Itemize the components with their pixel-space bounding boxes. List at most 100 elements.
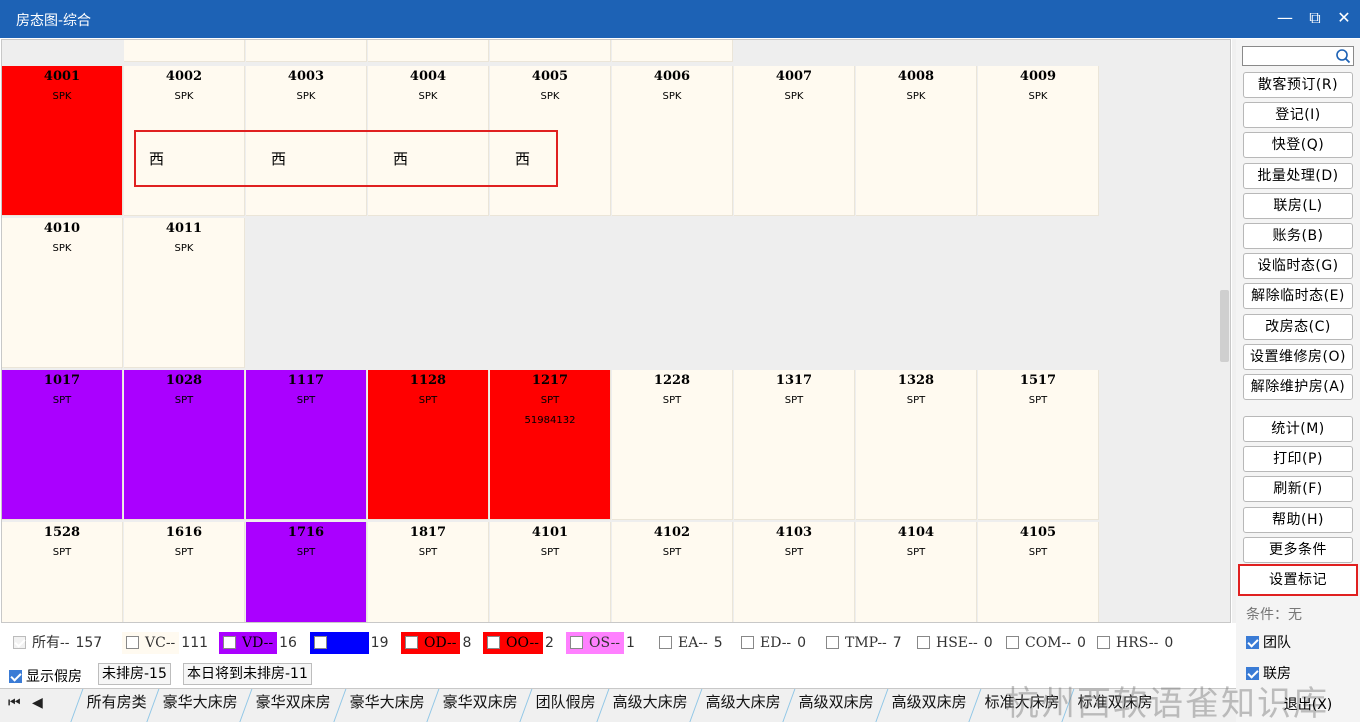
room-cell[interactable]: 4104 SPT (856, 522, 977, 622)
restore-button[interactable]: ⧉ (1302, 6, 1328, 30)
room-type-tab[interactable]: 团队假房 (519, 689, 609, 722)
legend-item[interactable]: OD-- 8 (401, 632, 471, 654)
legend-swatch[interactable]: OC-- (310, 632, 369, 654)
sidebar-button[interactable]: 批量处理(D) (1243, 162, 1353, 189)
room-type-tab[interactable]: 豪华双床房 (239, 689, 344, 722)
room-cell[interactable] (124, 40, 245, 62)
checkbox-icon[interactable] (917, 636, 930, 649)
board-scrollbar-thumb[interactable] (1220, 290, 1229, 362)
room-cell[interactable]: 1817 SPT (368, 522, 489, 622)
legend-item[interactable]: TMP-- 7 (822, 632, 902, 654)
checkbox-icon[interactable] (9, 670, 22, 683)
room-cell[interactable]: 4007 SPK (734, 66, 855, 216)
legend-item[interactable]: OO-- 2 (483, 632, 554, 654)
checkbox-icon[interactable] (1006, 636, 1019, 649)
checkbox-icon[interactable] (1097, 636, 1110, 649)
legend-swatch[interactable]: COM-- (1002, 632, 1075, 654)
legend-swatch[interactable]: TMP-- (822, 632, 891, 654)
room-cell[interactable]: 1117 SPT (246, 370, 367, 520)
legend-swatch[interactable]: OD-- (401, 632, 461, 654)
sidebar-button[interactable]: 统计(M) (1243, 416, 1353, 442)
sidebar-button[interactable]: 解除维护房(A) (1243, 374, 1353, 400)
search-input[interactable] (1242, 46, 1354, 66)
legend-item[interactable]: EA-- 5 (655, 632, 723, 654)
first-page-icon[interactable]: ⏮ (8, 695, 21, 711)
close-button[interactable]: ✕ (1331, 6, 1357, 30)
room-type-tab[interactable]: 高级双床房 (782, 689, 887, 722)
sidebar-button[interactable]: 登记(I) (1243, 102, 1353, 129)
room-cell[interactable]: 1317 SPT (734, 370, 855, 520)
room-cell[interactable]: 4001 SPK (2, 66, 123, 216)
sidebar-button[interactable]: 改房态(C) (1243, 313, 1353, 340)
sidebar-button[interactable]: 设置维修房(O) (1243, 343, 1353, 370)
sidebar-button[interactable]: 解除临时态(E) (1243, 283, 1353, 310)
checkbox-icon[interactable] (223, 636, 236, 649)
legend-item[interactable]: 所有-- 157 (9, 632, 102, 654)
exit-button[interactable]: 退出(X) (1263, 691, 1353, 719)
room-cell[interactable]: 4010 SPK (2, 218, 123, 368)
sidebar-button[interactable]: 打印(P) (1243, 446, 1353, 473)
legend-swatch[interactable]: 所有-- (9, 632, 73, 654)
legend-swatch[interactable]: VC-- (122, 632, 180, 654)
sidebar-button[interactable]: 账务(B) (1243, 223, 1353, 249)
checkbox-icon[interactable] (570, 636, 583, 649)
checkbox-icon[interactable] (487, 636, 500, 649)
sidebar-button[interactable]: 刷新(F) (1243, 476, 1353, 503)
sidebar-button[interactable]: 散客预订(R) (1243, 72, 1353, 98)
room-cell[interactable]: 4105 SPT (978, 522, 1099, 622)
room-cell[interactable]: 4008 SPK (856, 66, 977, 216)
legend-swatch[interactable]: VD-- (219, 632, 278, 654)
room-cell[interactable]: 1328 SPT (856, 370, 977, 520)
room-type-tab[interactable]: 豪华双床房 (426, 689, 531, 722)
checkbox-icon[interactable] (405, 636, 418, 649)
prev-page-icon[interactable]: ◀ (32, 695, 43, 711)
room-type-tab[interactable]: 豪华大床房 (333, 689, 438, 722)
room-cell[interactable] (490, 40, 611, 62)
legend-item[interactable]: ED-- 0 (737, 632, 806, 654)
sidebar-button[interactable]: 设临时态(G) (1243, 253, 1353, 280)
room-cell[interactable]: 1128 SPT (368, 370, 489, 520)
room-type-tab[interactable]: 高级大床房 (596, 689, 701, 722)
set-mark-button[interactable]: 设置标记 (1238, 564, 1358, 596)
room-cell[interactable]: 4009 SPK (978, 66, 1099, 216)
room-cell[interactable]: 1228 SPT (612, 370, 733, 520)
sidebar-button[interactable]: 更多条件 (1243, 536, 1353, 563)
minimize-button[interactable]: — (1272, 6, 1298, 30)
checkbox-icon[interactable] (659, 636, 672, 649)
room-cell[interactable]: 1028 SPT (124, 370, 245, 520)
room-cell[interactable] (612, 40, 733, 62)
checkbox-icon[interactable] (314, 636, 327, 649)
checkbox-icon[interactable] (1246, 636, 1259, 649)
legend-item[interactable]: HRS-- 0 (1093, 632, 1173, 654)
legend-item[interactable]: VC-- 111 (122, 632, 208, 654)
room-type-tab[interactable]: 高级大床房 (689, 689, 794, 722)
room-cell[interactable]: 1517 SPT (978, 370, 1099, 520)
show-fake-checkbox[interactable]: 显示假房 (9, 666, 82, 686)
room-cell[interactable]: 1017 SPT (2, 370, 123, 520)
room-cell[interactable]: 4103 SPT (734, 522, 855, 622)
legend-swatch[interactable]: HSE-- (913, 632, 982, 654)
room-cell[interactable]: 4011 SPK (124, 218, 245, 368)
legend-swatch[interactable]: HRS-- (1093, 632, 1162, 654)
unassigned-button[interactable]: 未排房-15 (98, 663, 171, 685)
legend-swatch[interactable]: EA-- (655, 632, 712, 654)
legend-item[interactable]: COM-- 0 (1002, 632, 1086, 654)
room-cell[interactable]: 1528 SPT (2, 522, 123, 622)
sidebar-button[interactable]: 联房(L) (1243, 192, 1353, 219)
legend-swatch[interactable]: OO-- (483, 632, 543, 654)
sidebar-button[interactable]: 快登(Q) (1243, 132, 1353, 159)
search-icon[interactable] (1335, 48, 1351, 64)
legend-swatch[interactable]: OS-- (566, 632, 625, 654)
checkbox-icon[interactable] (826, 636, 839, 649)
room-cell[interactable]: 1616 SPT (124, 522, 245, 622)
room-cell[interactable] (368, 40, 489, 62)
room-cell[interactable]: 4101 SPT (490, 522, 611, 622)
checkbox-icon[interactable] (126, 636, 139, 649)
room-cell[interactable] (246, 40, 367, 62)
room-type-tab[interactable]: 所有房类 (70, 689, 160, 722)
checkbox-icon[interactable] (741, 636, 754, 649)
room-cell[interactable]: 4006 SPK (612, 66, 733, 216)
legend-item[interactable]: OC-- 19 (310, 632, 388, 654)
legend-item[interactable]: OS-- 1 (566, 632, 635, 654)
room-cell[interactable]: 4102 SPT (612, 522, 733, 622)
